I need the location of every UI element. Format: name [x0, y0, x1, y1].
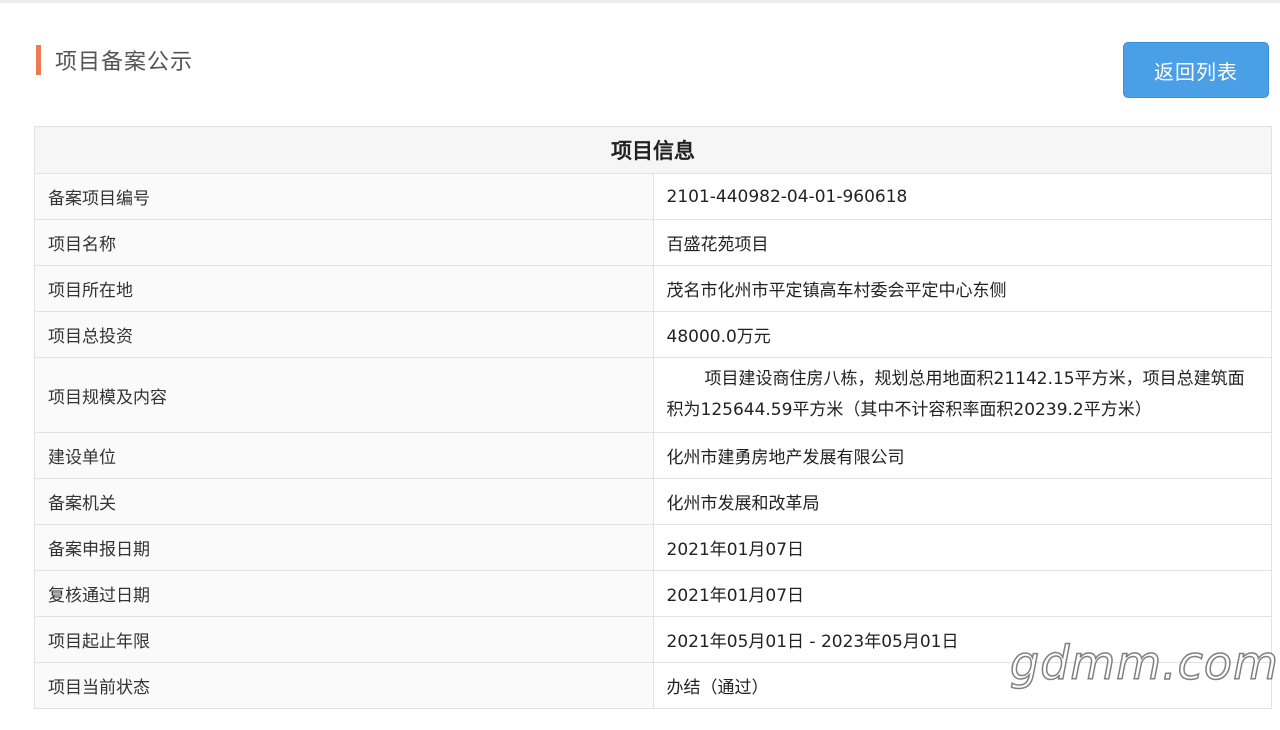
row-label-project-name: 项目名称 [34, 219, 654, 266]
table-row: 项目所在地 茂名市化州市平定镇高车村委会平定中心东侧 [34, 265, 1272, 312]
table-row: 项目总投资 48000.0万元 [34, 311, 1272, 358]
page-header: 项目备案公示 [36, 44, 193, 76]
row-label-builder: 建设单位 [34, 432, 654, 479]
table-row: 项目名称 百盛花苑项目 [34, 219, 1272, 266]
table-row: 备案申报日期 2021年01月07日 [34, 524, 1272, 571]
row-label-project-period: 项目起止年限 [34, 616, 654, 663]
page-title: 项目备案公示 [55, 50, 194, 75]
table-heading: 项目信息 [34, 126, 1272, 174]
back-to-list-button[interactable]: 返回列表 [1123, 42, 1269, 98]
site-watermark: gdmm.com [1009, 635, 1279, 691]
row-value-filing-authority: 化州市发展和改革局 [652, 478, 1272, 525]
row-label-scale-content: 项目规模及内容 [34, 357, 654, 433]
row-label-filing-date: 备案申报日期 [34, 524, 654, 571]
row-label-total-investment: 项目总投资 [34, 311, 654, 358]
title-accent-bar [36, 45, 41, 75]
row-value-location: 茂名市化州市平定镇高车村委会平定中心东侧 [652, 265, 1272, 312]
row-value-scale-content: 项目建设商住房八栋，规划总用地面积21142.15平方米，项目总建筑面积为125… [652, 357, 1272, 433]
project-info-table: 项目信息 备案项目编号 2101-440982-04-01-960618 项目名… [34, 126, 1272, 709]
row-value-filing-date: 2021年01月07日 [652, 524, 1272, 571]
row-value-total-investment: 48000.0万元 [652, 311, 1272, 358]
row-label-location: 项目所在地 [34, 265, 654, 312]
row-value-project-name: 百盛花苑项目 [652, 219, 1272, 266]
table-row: 建设单位 化州市建勇房地产发展有限公司 [34, 432, 1272, 479]
row-value-builder: 化州市建勇房地产发展有限公司 [652, 432, 1272, 479]
row-label-filing-number: 备案项目编号 [34, 173, 654, 220]
row-label-filing-authority: 备案机关 [34, 478, 654, 525]
table-row: 项目规模及内容 项目建设商住房八栋，规划总用地面积21142.15平方米，项目总… [34, 357, 1272, 433]
table-row: 复核通过日期 2021年01月07日 [34, 570, 1272, 617]
row-label-current-status: 项目当前状态 [34, 662, 654, 709]
row-value-filing-number: 2101-440982-04-01-960618 [652, 173, 1272, 220]
row-label-review-date: 复核通过日期 [34, 570, 654, 617]
row-value-review-date: 2021年01月07日 [652, 570, 1272, 617]
table-row: 备案项目编号 2101-440982-04-01-960618 [34, 173, 1272, 220]
table-row: 备案机关 化州市发展和改革局 [34, 478, 1272, 525]
table-heading-row: 项目信息 [34, 126, 1272, 174]
top-divider [0, 0, 1280, 3]
